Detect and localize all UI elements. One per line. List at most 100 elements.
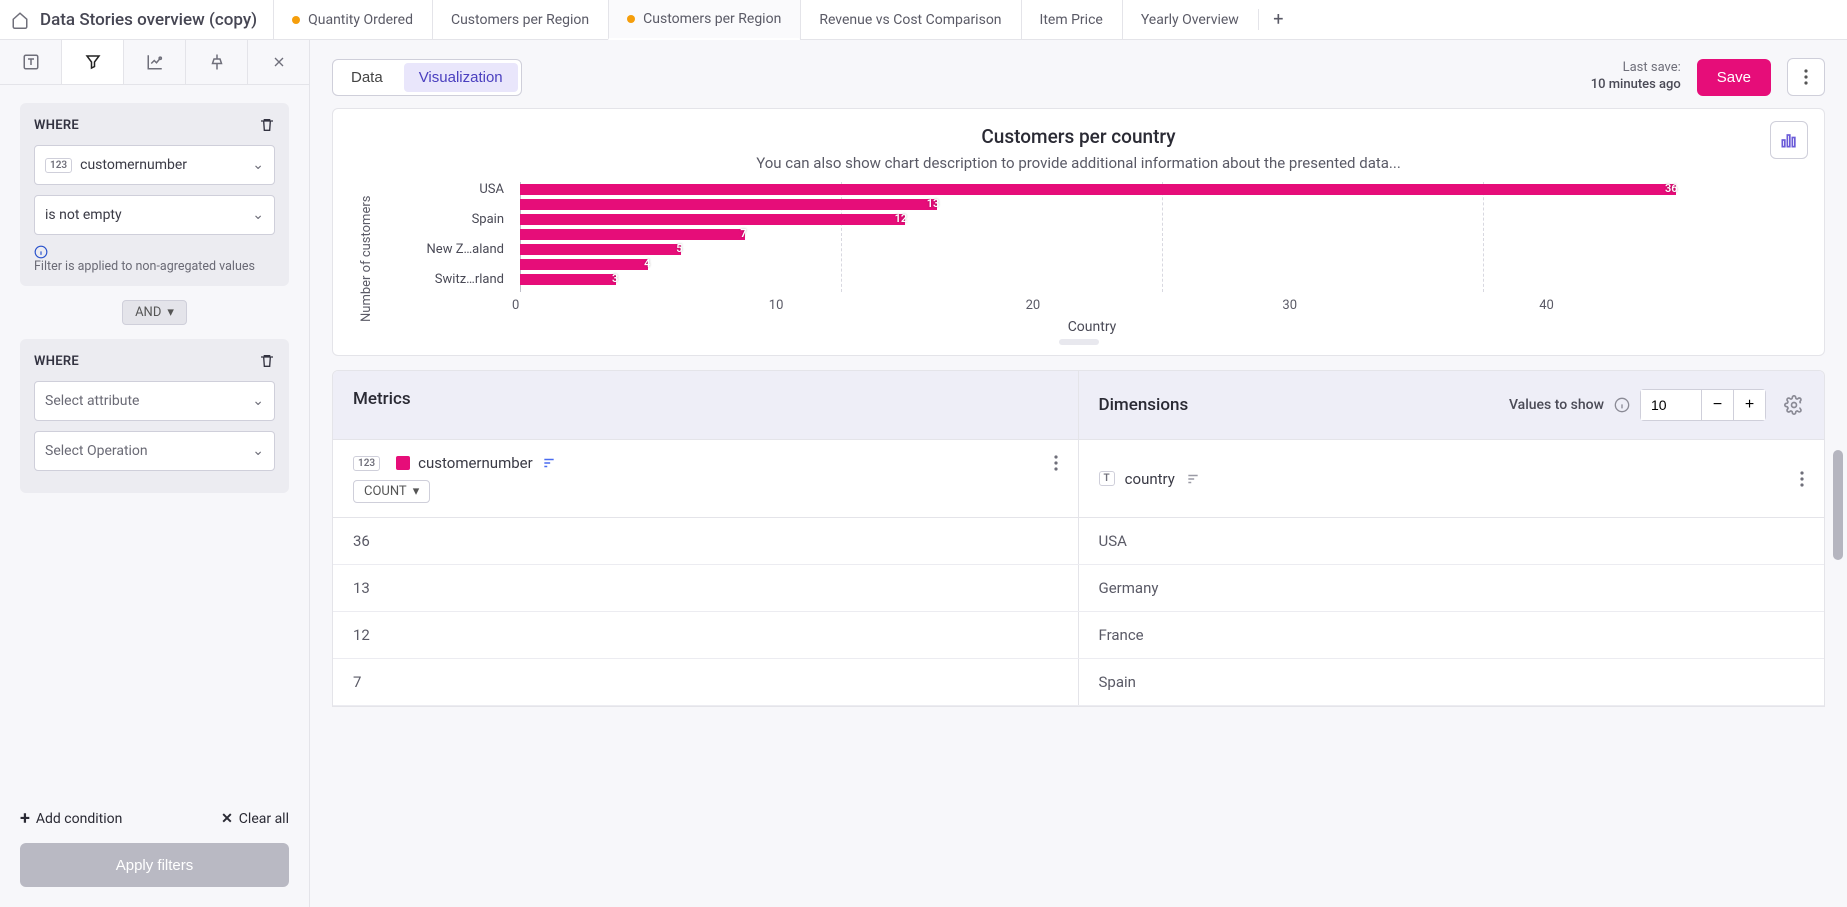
bar-value-label: 7 [740,227,746,240]
operation-value: is not empty [45,207,122,223]
table-row: 36USA [333,518,1824,565]
bar: 12 [520,214,905,225]
page-title: Data Stories overview (copy) [40,10,273,30]
stepper-plus[interactable]: + [1733,390,1765,420]
stepper-minus[interactable]: − [1701,390,1733,420]
left-panel: WHERE 123 customernumber ⌄ is not empty … [0,40,310,907]
tab[interactable]: Quantity Ordered [273,0,432,39]
tab-label: Quantity Ordered [308,12,413,28]
delete-filter-icon[interactable] [259,117,275,133]
home-icon[interactable] [0,11,40,29]
dimension-cell: Spain [1079,659,1156,705]
bar-row: Spain 12 [380,212,1804,226]
attribute-select-empty[interactable]: Select attribute ⌄ [34,381,275,421]
dimensions-header: Dimensions Values to show − + [1079,371,1825,439]
bar-value-label: 3 [612,272,618,285]
bar: 4 [520,259,648,270]
operation-select[interactable]: is not empty ⌄ [34,195,275,235]
x-tick: 0 [512,298,777,313]
table-row: 7Spain [333,659,1824,706]
bar: 13 [520,199,937,210]
data-tab-button[interactable]: Data [333,60,401,95]
data-table: Metrics Dimensions Values to show − + [332,370,1825,707]
metric-column-header: 123 customernumber COUNT▾ [333,440,1079,517]
tab[interactable]: Item Price [1021,0,1122,39]
x-axis-label: Country [380,319,1804,335]
info-icon[interactable] [1614,397,1630,413]
text-type-badge: T [1099,471,1115,486]
panel-mode-strip [0,40,309,85]
numeric-type-badge: 123 [45,158,72,173]
bar-category-label: Switz…rland [380,272,512,287]
save-button[interactable]: Save [1697,59,1771,96]
bar-row: Switz…rland 3 [380,272,1804,286]
tab[interactable]: Customers per Region [608,0,800,40]
bar-category-label: New Z…aland [380,242,512,257]
chart-type-icon[interactable] [1770,121,1808,159]
filter-block-1: WHERE 123 customernumber ⌄ is not empty … [20,103,289,286]
dimension-menu-icon[interactable] [1800,471,1804,487]
more-menu-button[interactable] [1787,58,1825,96]
bar-value-label: 4 [644,257,650,270]
tab[interactable]: Yearly Overview [1122,0,1258,39]
operation-select-empty[interactable]: Select Operation ⌄ [34,431,275,471]
bar-row: 7 [380,227,1804,241]
bar-value-label: 5 [676,242,682,255]
table-row: 13Germany [333,565,1824,612]
delete-filter-icon[interactable] [259,353,275,369]
apply-filters-button[interactable]: Apply filters [20,843,289,887]
metrics-header: Metrics [333,371,1079,439]
pin-mode-icon[interactable] [186,40,248,84]
and-operator-pill[interactable]: AND ▾ [122,300,187,325]
visualization-tab-button[interactable]: Visualization [404,63,518,92]
gear-icon[interactable] [1784,395,1804,415]
bar: 7 [520,229,745,240]
dimension-cell: France [1079,612,1164,658]
attribute-placeholder: Select attribute [45,393,139,409]
sort-icon[interactable] [1185,472,1201,486]
values-to-show-input[interactable] [1641,390,1701,420]
metric-cell: 12 [333,612,1079,658]
metric-menu-icon[interactable] [1054,455,1058,471]
bar: 36 [520,184,1676,195]
values-to-show-label: Values to show [1509,397,1604,413]
close-panel-icon[interactable] [248,40,309,84]
bar-row: USA 36 [380,182,1804,196]
scroll-thumb[interactable] [1833,450,1843,560]
bar-category-label: Spain [380,212,512,227]
caret-down-icon: ▾ [413,484,420,499]
bar-value-label: 13 [927,197,940,210]
chart-title: Customers per country [353,125,1804,148]
clear-all-button[interactable]: ✕Clear all [221,808,289,829]
chevron-down-icon: ⌄ [252,443,264,459]
tab-label: Revenue vs Cost Comparison [819,12,1001,28]
add-condition-button[interactable]: +Add condition [20,808,122,829]
text-mode-icon[interactable] [0,40,62,84]
bar-category-label: USA [380,182,512,197]
sort-icon[interactable] [541,456,557,470]
main-panel: Data Visualization Last save: 10 minutes… [310,40,1847,907]
scrollbar[interactable] [1833,450,1845,907]
chart-mode-icon[interactable] [124,40,186,84]
tab[interactable]: Revenue vs Cost Comparison [800,0,1020,39]
x-tick: 10 [769,298,1034,313]
filter-info-text: Filter is applied to non-agregated value… [34,259,275,274]
x-axis-ticks: 010203040 [380,298,1804,313]
filter-block-2: WHERE Select attribute ⌄ Select Operatio… [20,339,289,493]
unsaved-dot-icon [292,16,300,24]
resize-handle[interactable] [1059,339,1099,345]
values-to-show-stepper[interactable]: − + [1640,389,1766,421]
metric-cell: 36 [333,518,1079,564]
dimension-cell: Germany [1079,565,1179,611]
aggregation-select[interactable]: COUNT▾ [353,480,430,503]
dimension-cell: USA [1079,518,1147,564]
dimension-column-header: T country [1079,440,1825,517]
bar-value-label: 12 [895,212,908,225]
attribute-select[interactable]: 123 customernumber ⌄ [34,145,275,185]
filter-mode-icon[interactable] [62,40,124,84]
add-tab-button[interactable]: + [1258,9,1298,30]
metric-name: customernumber [418,454,533,472]
bar: 3 [520,274,616,285]
tab[interactable]: Customers per Region [432,0,608,39]
y-axis-label: Number of customers [353,182,380,335]
